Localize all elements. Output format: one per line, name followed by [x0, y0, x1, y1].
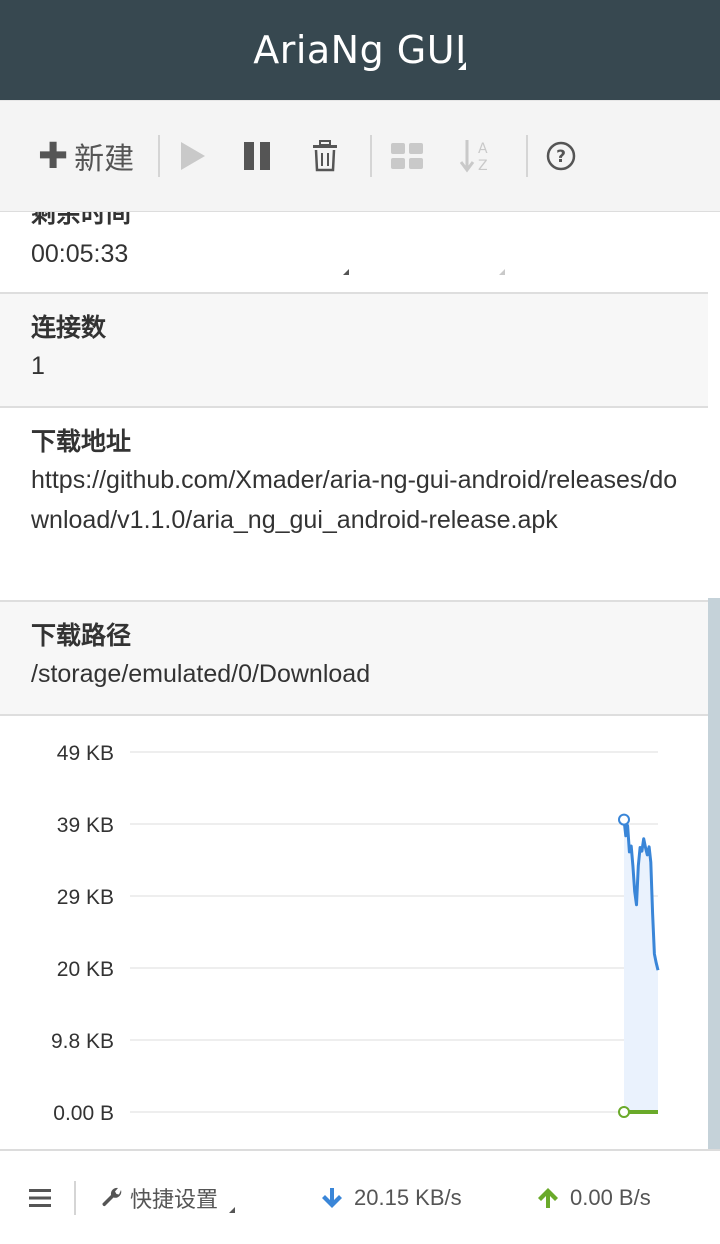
chart-y-tick-label: 49 KB	[57, 742, 114, 765]
speed-chart-svg: 49 KB 39 KB 29 KB 20 KB 9.8 KB 0.00 B	[51, 742, 660, 1125]
toolbar: ✚ 新建 A Z ?	[0, 100, 720, 275]
detail-value: 1	[31, 352, 45, 380]
app-header: AriaNg GUI	[0, 0, 720, 100]
quick-settings-button[interactable]: 快捷设置	[100, 1181, 218, 1215]
chart-y-tick-label: 20 KB	[57, 958, 114, 981]
speed-chart: 49 KB 39 KB 29 KB 20 KB 9.8 KB 0.00 B	[0, 716, 708, 1149]
start-button[interactable]	[176, 131, 208, 181]
sort-button[interactable]: A Z	[460, 131, 496, 181]
menu-button[interactable]	[28, 1181, 52, 1215]
hamburger-icon	[29, 1189, 51, 1207]
toolbar-divider	[526, 135, 528, 177]
download-speed: 20.15 KB/s	[320, 1181, 462, 1215]
detail-label: 连接数	[31, 314, 107, 342]
download-speed-value: 20.15 KB/s	[354, 1185, 462, 1210]
upload-speed-value: 0.00 B/s	[570, 1185, 651, 1210]
chart-y-tick-label: 39 KB	[57, 814, 114, 837]
detail-value: /storage/emulated/0/Download	[31, 660, 371, 688]
svg-text:?: ?	[556, 147, 566, 167]
detail-row-connections: 连接数 1	[0, 294, 708, 408]
chart-series-start-point	[618, 1106, 630, 1118]
sort-alpha-icon: A Z	[460, 140, 488, 174]
detail-row-download-url: 下载地址 https://github.com/Xmader/aria-ng-g…	[0, 408, 708, 602]
quick-settings-caret-icon[interactable]	[229, 1207, 235, 1213]
trash-icon	[313, 140, 337, 172]
new-task-button[interactable]: ✚ 新建	[38, 131, 134, 181]
chart-series-start-point	[618, 813, 630, 826]
detail-value[interactable]: https://github.com/Xmader/aria-ng-gui-an…	[31, 460, 680, 540]
help-icon: ?	[546, 141, 576, 171]
help-button[interactable]: ?	[546, 131, 576, 181]
status-bar: 快捷设置 20.15 KB/s 0.00 B/s	[0, 1149, 720, 1244]
svg-text:A: A	[478, 141, 488, 157]
detail-label: 剩余时间	[31, 212, 132, 228]
arrow-down-icon	[322, 1188, 342, 1208]
toolbar-divider	[370, 135, 372, 177]
status-bar-divider	[74, 1181, 76, 1215]
plus-icon: ✚	[38, 135, 69, 176]
arrow-up-icon	[538, 1188, 558, 1208]
detail-row-remaining-time: 剩余时间 00:05:33	[0, 212, 708, 294]
delete-button[interactable]	[310, 131, 340, 181]
detail-label: 下载路径	[31, 622, 132, 650]
app-title[interactable]: AriaNg GUI	[253, 28, 467, 72]
chart-y-tick-label: 29 KB	[57, 886, 114, 909]
upload-speed: 0.00 B/s	[536, 1181, 651, 1215]
select-all-button[interactable]	[390, 131, 424, 181]
detail-value: 00:05:33	[31, 240, 129, 268]
pause-icon	[244, 142, 270, 170]
play-icon	[181, 142, 205, 170]
quick-settings-label: 快捷设置	[130, 1187, 219, 1212]
toolbar-divider	[158, 135, 160, 177]
chart-y-tick-label: 0.00 B	[53, 1102, 114, 1125]
detail-label: 下载地址	[31, 428, 132, 456]
detail-row-download-path: 下载路径 /storage/emulated/0/Download	[0, 602, 708, 716]
wrench-icon	[102, 1187, 122, 1207]
new-task-label: 新建	[74, 143, 135, 176]
title-dropdown-caret-icon[interactable]	[458, 62, 466, 70]
chart-series-area	[624, 819, 658, 1112]
svg-text:Z: Z	[478, 158, 488, 174]
chart-y-tick-label: 9.8 KB	[51, 1030, 114, 1053]
scrollbar[interactable]	[708, 598, 720, 1149]
pause-button[interactable]	[242, 131, 274, 181]
grid-icon	[391, 143, 423, 169]
